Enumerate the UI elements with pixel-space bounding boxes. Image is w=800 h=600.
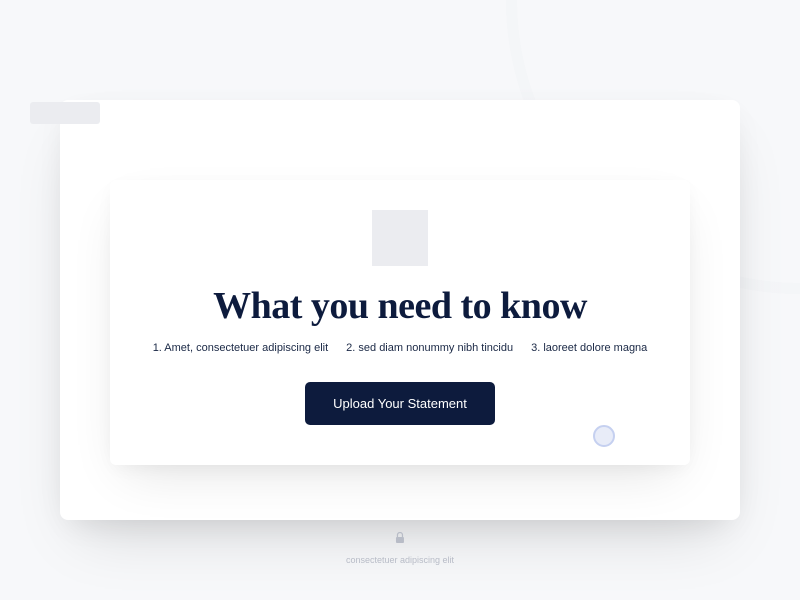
step-item: 1. Amet, consectetuer adipiscing elit	[153, 342, 328, 354]
main-card: What you need to know 1. Amet, consectet…	[110, 180, 690, 465]
card-heading: What you need to know	[140, 284, 660, 328]
card-icon-placeholder	[372, 210, 428, 266]
logo-placeholder	[30, 102, 100, 124]
footer-text: consectetuer adipiscing elit	[346, 555, 454, 565]
upload-statement-button[interactable]: Upload Your Statement	[305, 382, 495, 425]
lock-icon	[395, 531, 405, 549]
step-item: 3. laoreet dolore magna	[531, 342, 647, 354]
footer: consectetuer adipiscing elit	[346, 531, 454, 565]
step-item: 2. sed diam nonummy nibh tincidu	[346, 342, 513, 354]
decorative-circle	[593, 425, 615, 447]
steps-list: 1. Amet, consectetuer adipiscing elit 2.…	[140, 342, 660, 354]
